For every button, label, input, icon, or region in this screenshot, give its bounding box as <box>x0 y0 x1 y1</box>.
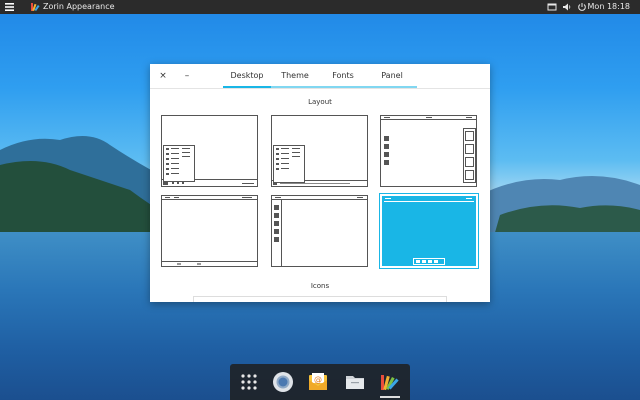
layout-option-2[interactable] <box>271 115 368 187</box>
tab-fonts[interactable]: Fonts <box>319 64 367 88</box>
layout-option-1[interactable] <box>161 115 258 187</box>
layout-section-title: Layout <box>308 98 332 106</box>
tab-theme[interactable]: Theme <box>271 64 319 88</box>
mail-icon[interactable]: @ <box>307 371 329 393</box>
layout-option-6[interactable] <box>379 193 479 269</box>
top-panel: Zorin Appearance Mon 18:18 <box>0 0 640 14</box>
icons-section-title: Icons <box>310 282 330 290</box>
icons-preview-area <box>193 296 447 302</box>
window-header: × – Desktop Theme Fonts Panel <box>150 64 490 88</box>
zorin-menu-icon[interactable] <box>4 2 15 12</box>
zorin-appearance-icon[interactable] <box>378 371 400 393</box>
zorin-appearance-icon <box>31 3 40 12</box>
app-grid-icon[interactable] <box>238 371 260 393</box>
clock[interactable]: Mon 18:18 <box>588 0 630 14</box>
layout-option-4[interactable] <box>161 195 258 267</box>
appearance-window: × – Desktop Theme Fonts Panel Layout Ico… <box>150 64 490 302</box>
header-divider <box>150 88 490 89</box>
window-icon[interactable] <box>547 2 557 12</box>
dock: @ <box>230 364 410 400</box>
tab-panel[interactable]: Panel <box>367 64 417 88</box>
chromium-icon[interactable] <box>272 371 294 393</box>
svg-text:@: @ <box>314 375 322 384</box>
active-app-indicator <box>380 396 400 398</box>
volume-icon[interactable] <box>562 2 572 12</box>
layout-option-5[interactable] <box>271 195 368 267</box>
layout-option-3[interactable] <box>380 115 477 187</box>
files-icon[interactable] <box>344 371 366 393</box>
active-app-title[interactable]: Zorin Appearance <box>43 0 115 14</box>
close-button[interactable]: × <box>157 70 169 82</box>
power-icon[interactable] <box>577 2 587 12</box>
tab-desktop[interactable]: Desktop <box>223 64 271 88</box>
minimize-button[interactable]: – <box>181 70 193 82</box>
